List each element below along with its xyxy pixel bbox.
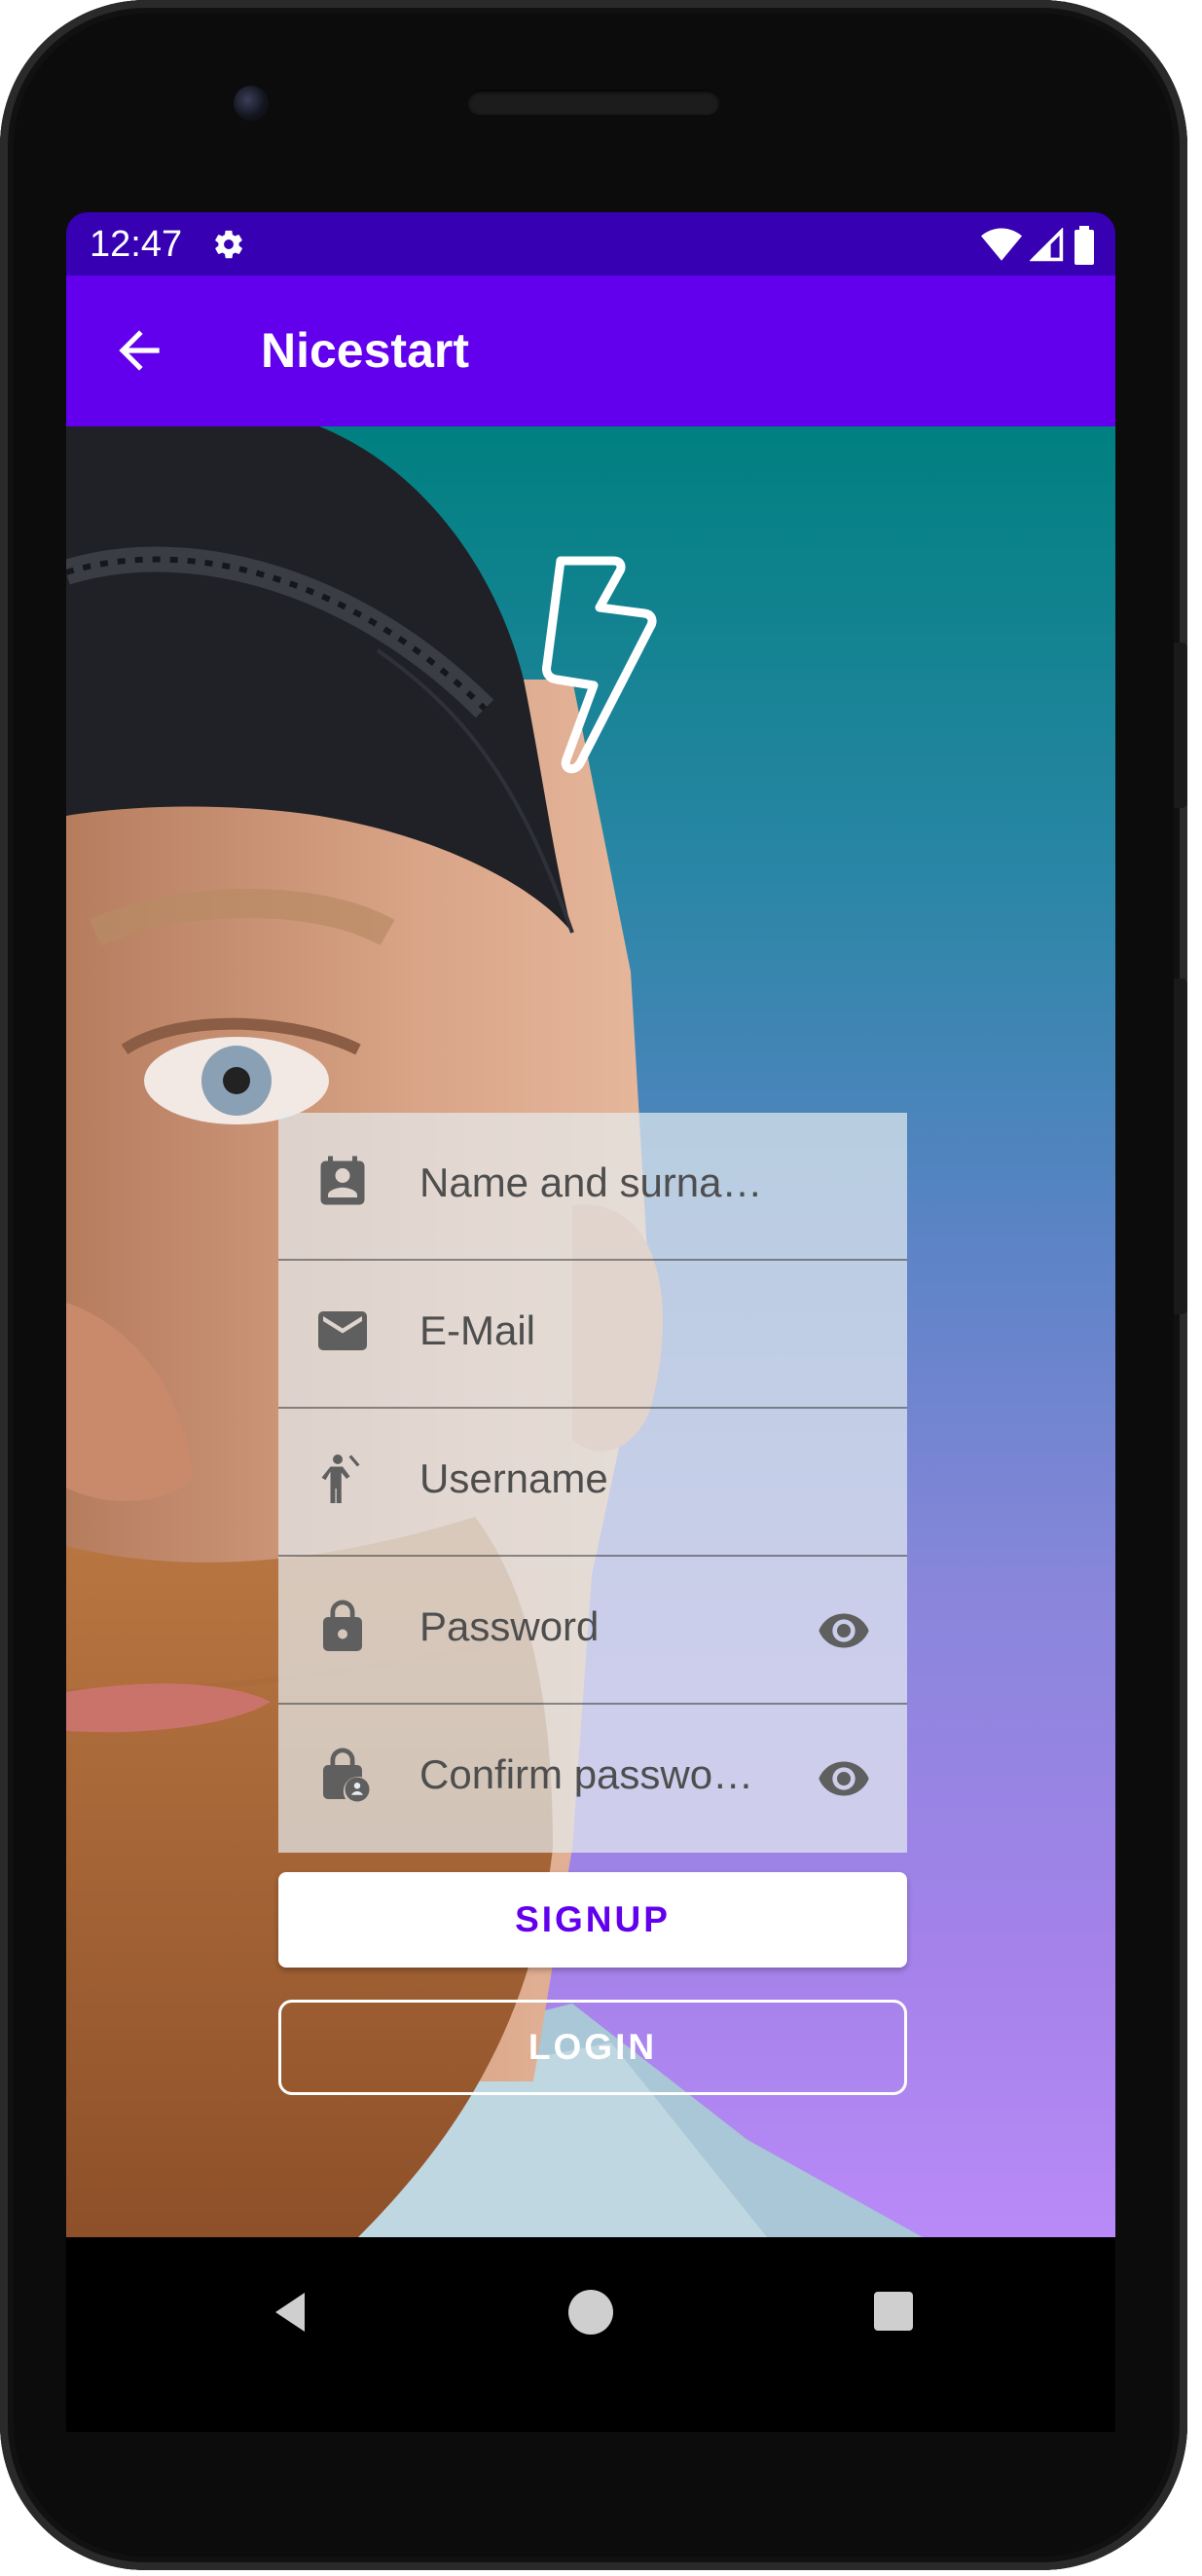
signup-form: Name and surname E-Mail Username Passwor… xyxy=(278,1113,907,1853)
wifi-icon xyxy=(981,228,1022,261)
earpiece-speaker xyxy=(467,90,720,115)
power-button xyxy=(1174,643,1187,808)
app-bar: Nicestart xyxy=(66,276,1115,426)
arrow-back-icon[interactable] xyxy=(109,320,169,381)
volume-button xyxy=(1174,978,1187,1314)
status-bar: 12:47 xyxy=(66,212,1115,276)
nav-recents-icon[interactable] xyxy=(874,2292,913,2331)
name-input[interactable]: Name and surname xyxy=(419,1159,770,1206)
lightning-bolt-icon xyxy=(542,556,657,774)
status-icons xyxy=(981,226,1096,265)
signal-icon xyxy=(1030,228,1064,262)
contact-card-icon xyxy=(320,1156,365,1205)
confirm-password-input[interactable]: Confirm passwo… xyxy=(419,1751,753,1798)
app-title: Nicestart xyxy=(261,323,469,378)
password-input[interactable]: Password xyxy=(419,1603,599,1650)
front-camera xyxy=(234,86,269,121)
signup-content: Name and surname E-Mail Username Passwor… xyxy=(66,426,1115,2237)
screen: 12:47 Nicestart Name and surname E-Mail … xyxy=(66,212,1115,2237)
username-input[interactable]: Username xyxy=(419,1455,608,1502)
battery-icon xyxy=(1075,226,1094,265)
phone-frame: 12:47 Nicestart Name and surname E-Mail … xyxy=(0,0,1187,2570)
name-field[interactable]: Name and surname xyxy=(278,1113,907,1261)
nav-home-icon[interactable] xyxy=(568,2290,613,2335)
lock-icon xyxy=(323,1600,362,1651)
eye-icon[interactable] xyxy=(814,1603,874,1658)
password-field[interactable]: Password xyxy=(278,1557,907,1705)
email-field[interactable]: E-Mail xyxy=(278,1261,907,1409)
email-input[interactable]: E-Mail xyxy=(419,1307,535,1354)
eye-icon[interactable] xyxy=(814,1751,874,1806)
nav-back-icon[interactable] xyxy=(266,2288,314,2337)
system-nav-bar xyxy=(66,2237,1115,2432)
confirm-password-field[interactable]: Confirm passwo… xyxy=(278,1705,907,1853)
mail-icon xyxy=(318,1311,367,1350)
gear-icon xyxy=(215,230,242,259)
person-wave-icon xyxy=(321,1454,360,1503)
login-button[interactable]: LOGIN xyxy=(278,2000,907,2095)
lock-person-icon xyxy=(323,1748,370,1802)
username-field[interactable]: Username xyxy=(278,1409,907,1557)
status-time: 12:47 xyxy=(90,224,183,265)
signup-button[interactable]: SIGNUP xyxy=(278,1872,907,1968)
